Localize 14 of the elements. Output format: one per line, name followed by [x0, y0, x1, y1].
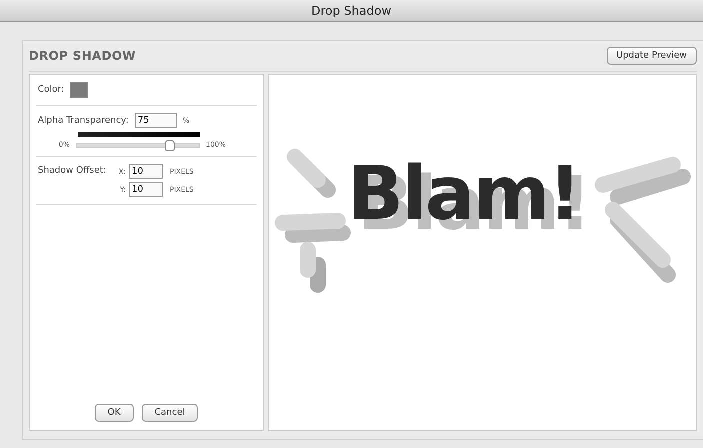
- offset-field[interactable]: 10: [129, 182, 163, 197]
- ok-button[interactable]: OK: [94, 404, 134, 422]
- color-label: Color:: [38, 85, 64, 95]
- alpha-label: Alpha Transparency:: [38, 116, 129, 126]
- slider-thumb[interactable]: [164, 140, 174, 150]
- section-title: DROP SHADOW: [29, 49, 136, 63]
- window-title: Drop Shadow: [311, 4, 392, 18]
- cancel-button[interactable]: Cancel: [142, 404, 198, 422]
- update-preview-button[interactable]: Update Preview: [606, 47, 697, 65]
- offset-label: Shadow Offset:: [38, 165, 108, 176]
- alpha-field[interactable]: 75: [134, 113, 177, 128]
- preview-text: Blam!: [348, 157, 580, 231]
- color-swatch[interactable]: [70, 82, 88, 98]
- offset-field[interactable]: 10: [129, 164, 163, 179]
